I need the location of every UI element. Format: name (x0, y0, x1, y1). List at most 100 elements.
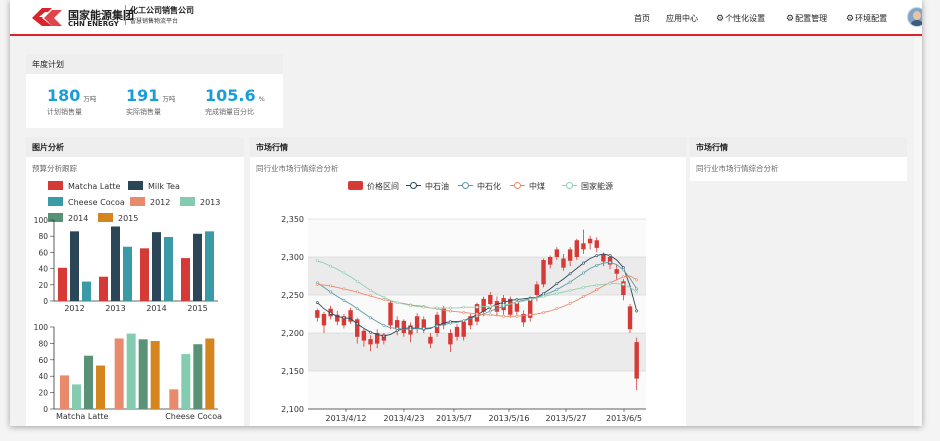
series-point (382, 323, 386, 327)
series-point (315, 301, 319, 305)
candle-body (547, 257, 553, 265)
legend-swatch (48, 181, 63, 190)
series-point (342, 271, 346, 275)
series-point (369, 330, 372, 334)
legend-swatch (98, 213, 113, 222)
x-tick-label: 2013 (105, 304, 125, 313)
bar (111, 226, 120, 301)
shaded-band (308, 257, 646, 295)
legend-swatch (180, 197, 195, 206)
nav-home-label: 首页 (634, 14, 650, 23)
series-point (568, 301, 572, 305)
legend-label: 中石化 (477, 181, 501, 191)
series-point (329, 284, 333, 288)
series-point (355, 322, 359, 326)
series-point (621, 282, 625, 286)
series-point (515, 301, 519, 305)
series-point (355, 307, 359, 311)
legend-label: 价格区间 (367, 181, 399, 191)
bar (193, 233, 202, 301)
legend-label: 2014 (68, 214, 88, 223)
series-point (515, 298, 519, 301)
series-point (462, 319, 466, 323)
candle-body (634, 342, 639, 379)
shaded-band (308, 371, 646, 409)
candle-body (414, 316, 420, 330)
candle-body (454, 326, 460, 337)
kpi-unit: 万吨 (83, 95, 97, 103)
market-trend-panel: 市场行情 同行业市场行情综合分析 价格区间 中石油 中石化 中煤 国家能源 2,100 2,… (250, 137, 686, 426)
candle-body (368, 339, 373, 345)
y-tick-label: 2,350 (281, 215, 304, 224)
kpi-value: 105.6 (205, 86, 256, 105)
legend-label: 国家能源 (581, 181, 613, 191)
y-tick-label: 20 (38, 281, 48, 290)
series-point (635, 287, 639, 291)
candle-body (401, 320, 407, 333)
bar (205, 231, 214, 301)
nav-config-management[interactable]: ⚙配置管理 (786, 13, 827, 24)
series-point (369, 294, 372, 298)
series-point (502, 314, 506, 318)
x-tick-label: Cheese Cocoa (165, 412, 222, 421)
kpi-label: 实际销售量 (126, 108, 161, 116)
x-tick-label: 2015 (187, 304, 207, 313)
series-point (502, 303, 506, 307)
series-point (475, 314, 479, 318)
browser-frame: 国家能源集团 CHN ENERGY 化工公司销售公司 智慧销售物流平台 首页 应… (10, 0, 922, 426)
legend-label: 中石油 (425, 181, 449, 191)
nav-personalization[interactable]: ⚙个性化设置 (716, 13, 765, 24)
legend-label: 2012 (150, 198, 170, 207)
x-tick-label: 2013/5/7 (436, 414, 472, 423)
candle-body (581, 243, 586, 250)
candle-body (361, 330, 367, 341)
candle-body (614, 269, 619, 274)
series-point (395, 329, 399, 333)
candle-body (587, 238, 593, 244)
legend-swatch (462, 182, 469, 189)
series-point (369, 316, 372, 320)
candle-body (627, 306, 633, 330)
series-point (555, 307, 559, 311)
image-analysis-title: 图片分析 (32, 143, 64, 152)
series-point (595, 283, 599, 287)
nav-home[interactable]: 首页 (634, 13, 650, 24)
candle-body (434, 314, 440, 333)
series-point (315, 259, 319, 263)
series-point (382, 295, 386, 299)
series-point (369, 289, 372, 292)
header-divider (125, 5, 126, 25)
series-point (582, 261, 585, 265)
candle-body (315, 310, 320, 318)
nav-app-center[interactable]: 应用中心 (666, 13, 698, 24)
series-point (329, 290, 333, 294)
bar (193, 344, 203, 409)
kpi-value: 180 (47, 86, 81, 105)
image-analysis-subtitle: 预算分析跟踪 (32, 164, 77, 173)
vertical-scrollbar[interactable] (914, 38, 922, 426)
series-point (608, 282, 612, 286)
legend-label: Matcha Latte (68, 182, 120, 191)
nav-environment-config[interactable]: ⚙环境配置 (846, 13, 887, 24)
legend-label: Cheese Cocoa (68, 198, 125, 207)
annual-plan-title: 年度计划 (32, 60, 64, 69)
settings-icon: ⚙ (786, 14, 795, 24)
bar (84, 355, 93, 409)
settings-icon: ⚙ (846, 14, 855, 24)
kpi-label: 完成销量百分比 (205, 108, 254, 116)
platform-name: 智慧销售物流平台 (130, 18, 179, 25)
chn-energy-logo-icon (32, 8, 62, 26)
bar (205, 338, 215, 409)
shaded-band (308, 219, 646, 257)
series-point (582, 271, 585, 275)
market-trend-right-title: 市场行情 (696, 143, 728, 152)
series-point (329, 311, 333, 315)
nav-environment-config-label: 环境配置 (855, 14, 888, 23)
legend-swatch (348, 181, 363, 190)
bar (58, 267, 67, 301)
kpi-unit: % (258, 95, 265, 103)
user-avatar[interactable] (907, 7, 922, 27)
series-point (582, 295, 585, 298)
legend-label: 2015 (118, 214, 138, 223)
image-analysis-panel: 图片分析 预算分析跟踪 Matcha Latte Milk Tea Cheese C… (26, 137, 244, 426)
